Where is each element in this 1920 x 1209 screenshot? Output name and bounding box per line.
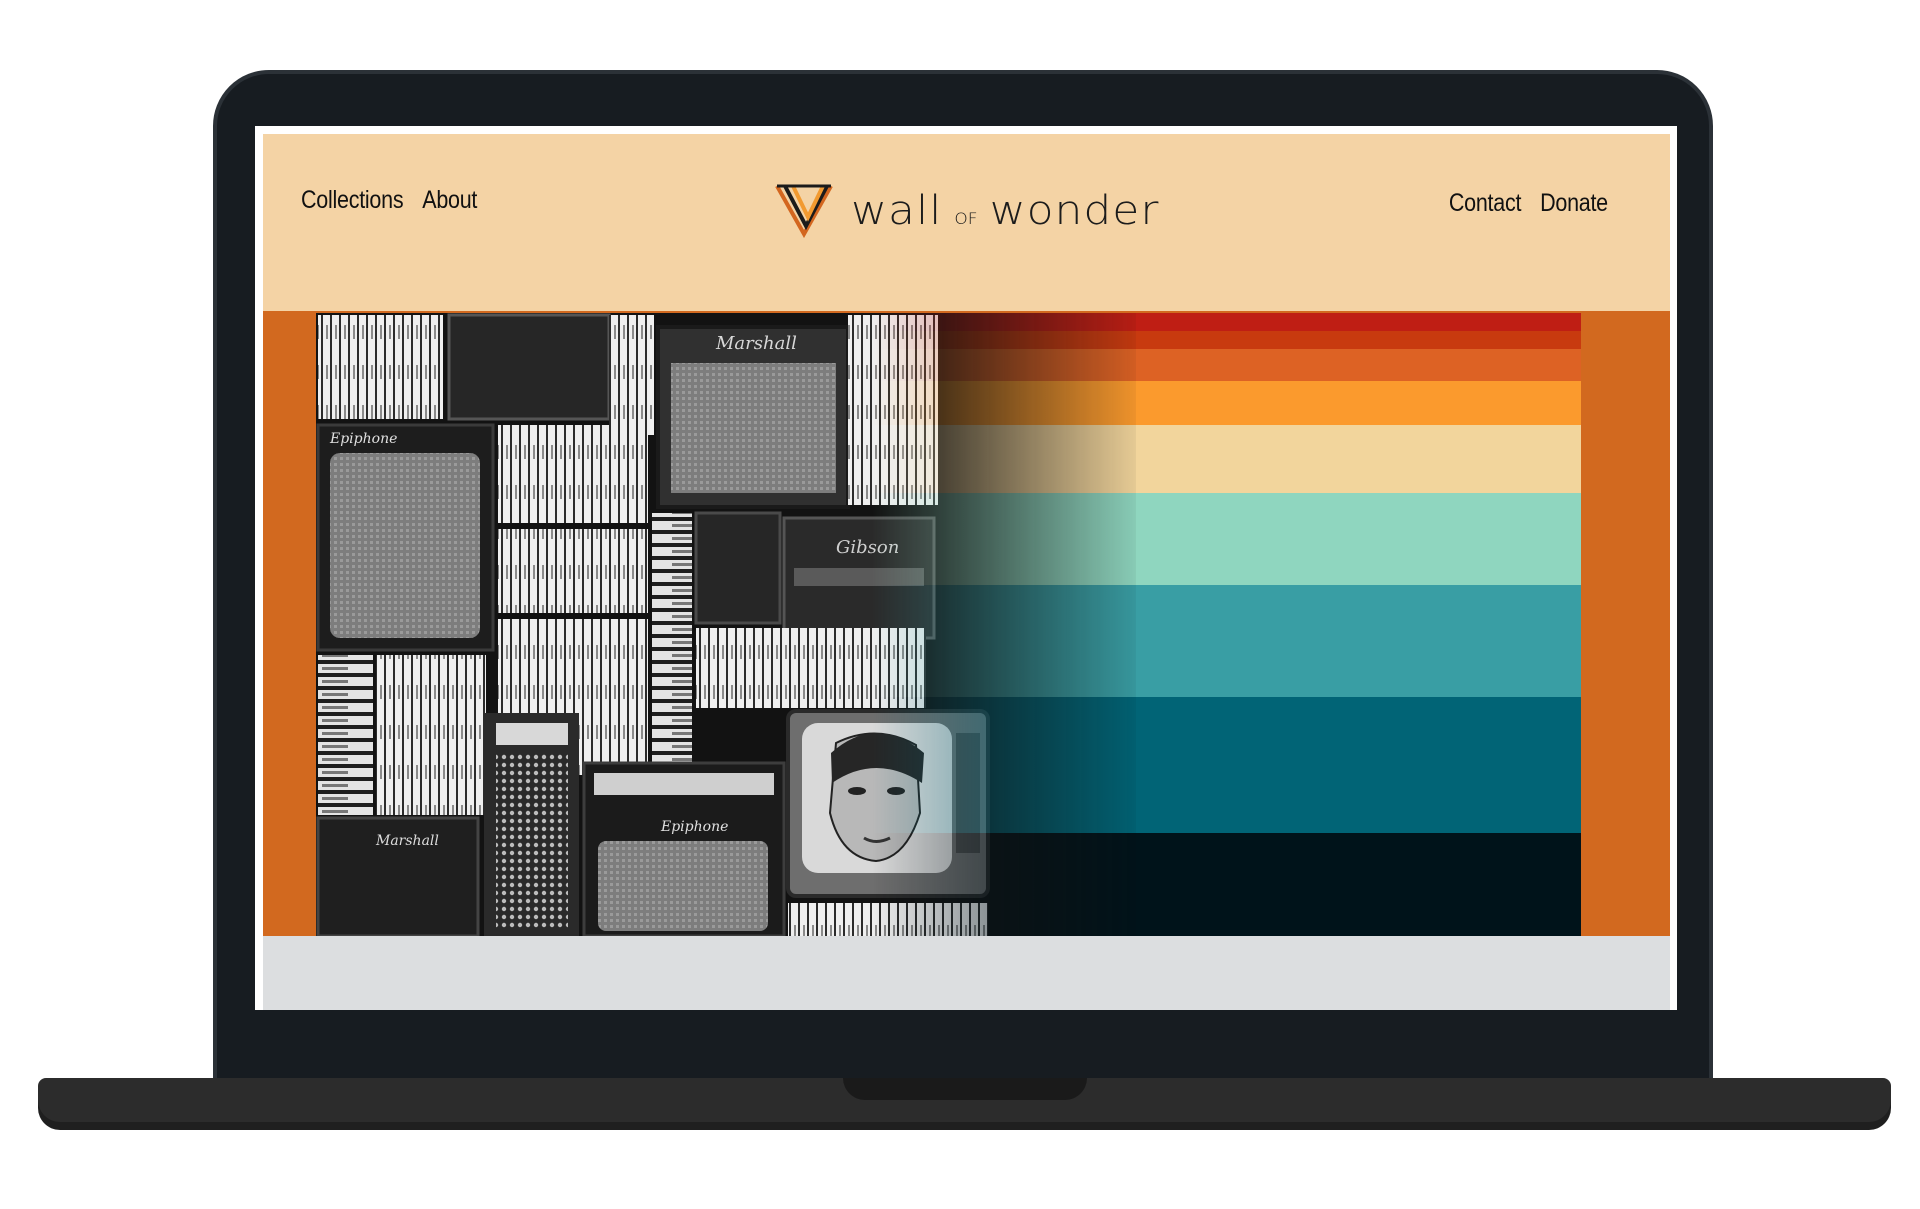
nav-about-link[interactable]: About [422,186,477,215]
marshall-logo-text: Marshall [715,333,797,354]
triple-v-icon [775,184,833,238]
logo-word-of: OF [954,209,978,228]
site-header: Collections About wall OF wonder Contact… [263,134,1670,312]
collage-photo: Marshall Epiphone Gibson Marshall Epipho… [316,313,1136,936]
laptop-screen: Collections About wall OF wonder Contact… [255,126,1677,1010]
nav-collections-link[interactable]: Collections [301,186,404,215]
laptop-notch [843,1078,1087,1100]
svg-text:Marshall: Marshall [375,833,439,849]
logo-wordmark: wall OF wonder [851,187,1159,234]
gibson-logo-text: Gibson [836,537,899,558]
hero-collage-image: Marshall Epiphone Gibson Marshall Epipho… [316,313,1581,936]
hero-section: Marshall Epiphone Gibson Marshall Epipho… [263,311,1670,936]
nav-contact-link[interactable]: Contact [1449,189,1522,218]
site-logo[interactable]: wall OF wonder [775,182,1159,238]
svg-text:Epiphone: Epiphone [660,819,728,835]
logo-word-wonder: wonder [989,186,1160,234]
epiphone-logo-text: Epiphone [329,431,397,447]
content-strip [263,936,1670,1010]
nav-left: Collections About [301,186,477,215]
nav-donate-link[interactable]: Donate [1540,189,1608,218]
nav-right: Contact Donate [1449,189,1608,218]
logo-word-wall: wall [851,186,943,234]
